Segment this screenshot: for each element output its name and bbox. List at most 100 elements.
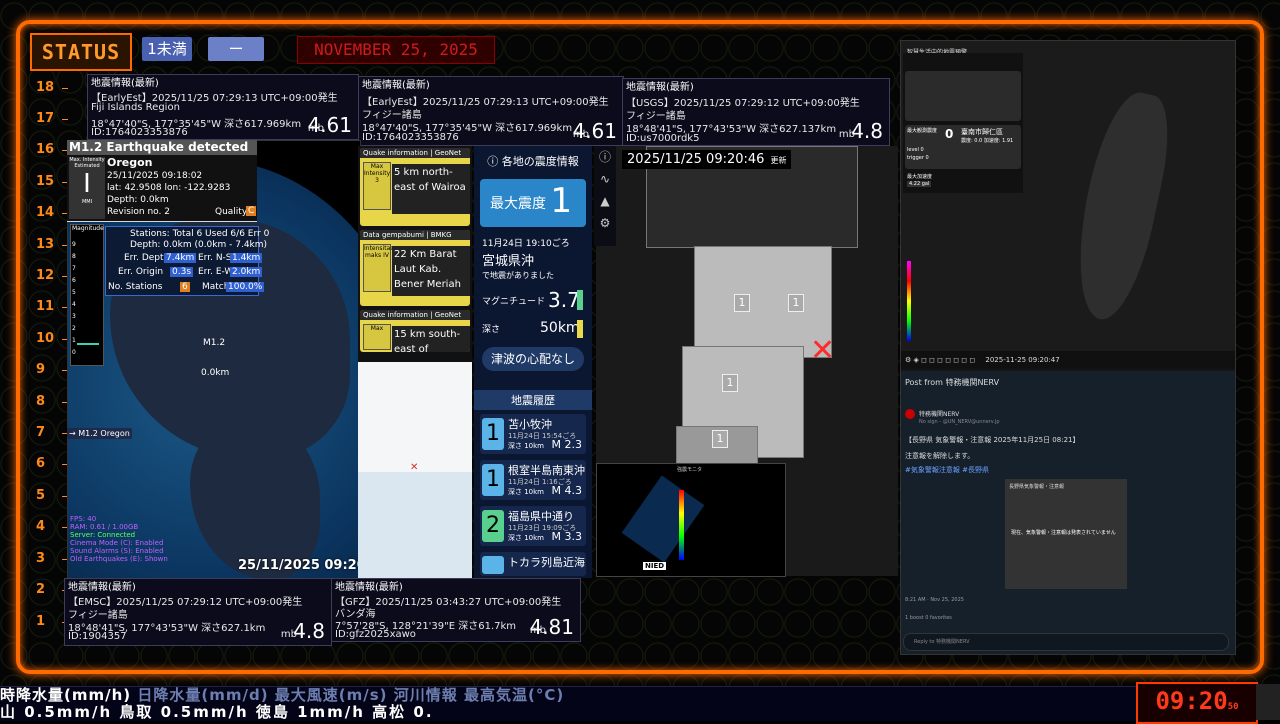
taiwan-toolbar: ⚙ ◈ ◻ ◻ ◻ ◻ ◻ ◻ ◻ 2025-11-25 09:20:47	[901, 351, 1235, 369]
quake-card-gfz[interactable]: 地震情報(最新) 【GFZ】2025/11/25 03:43:27 UTC+09…	[331, 578, 581, 642]
history-name: 福島県中通り	[508, 510, 574, 523]
history-intensity: 1	[482, 464, 504, 496]
weather-ticker: 時降水量(mm/h) 日降水量(mm/d) 最大風速(m/s) 河川情報 最高気…	[0, 686, 1136, 721]
nied-logo: NIED	[643, 562, 667, 570]
map-sea	[358, 472, 472, 578]
info-icon[interactable]: ⓘ	[598, 150, 612, 164]
no-stations-label: No. Stations	[108, 282, 163, 292]
osd-cinema: Cinema Mode (C): Enabled	[70, 539, 164, 547]
taiwan-stats-box: 最大観測震度 0 臺南市歸仁區 震度: 0.0 加速度: 1.91 level …	[905, 125, 1021, 169]
depth-color-bar	[577, 320, 583, 338]
depth-range: Depth: 0.0km (0.0km - 7.4km)	[130, 240, 268, 250]
quake-card-usgs[interactable]: 地震情報(最新) 【USGS】2025/11/25 07:29:12 UTC+0…	[622, 78, 890, 146]
scale-label: 14	[36, 205, 68, 220]
reply-field[interactable]: Reply to 特務機関NERV	[903, 633, 1229, 651]
card-magnitude: 4.8	[293, 619, 325, 643]
wave-icon[interactable]: ∿	[598, 172, 612, 186]
scale-label: 17	[36, 111, 68, 126]
intensity-value: I	[83, 169, 91, 199]
scale-label: 5	[36, 488, 68, 503]
status-label: STATUS	[30, 33, 132, 71]
osd-ram: RAM: 0.61 / 1.00GB	[70, 523, 139, 531]
no-stations-value: 6	[180, 282, 190, 292]
info-card-head: Quake information | GeoNet	[360, 148, 470, 158]
intensity-marker: 1	[722, 374, 738, 392]
info-card-geonet[interactable]: Quake information | GeoNet Max Intensity…	[360, 148, 470, 226]
jma-depth-value: 50km	[540, 320, 580, 336]
history-mag: M 2.3	[551, 438, 582, 451]
jma-date: 11月24日 19:10ごろ	[482, 239, 570, 249]
scale-label: 6	[36, 456, 68, 471]
card-magnitude: 4.61	[572, 119, 617, 143]
japan-shape	[621, 475, 705, 563]
intensity-badge: 1未満	[142, 37, 192, 61]
post-tags[interactable]: #気象警報注意報 #長野県	[905, 465, 989, 475]
err-depth-value: 7.4km	[164, 253, 197, 263]
taiwan-color-scale	[907, 261, 911, 341]
settings-icon[interactable]: ⚙ ◈ ◻ ◻ ◻ ◻ ◻ ◻ ◻	[905, 356, 975, 364]
digital-clock: 09:2050	[1136, 682, 1258, 724]
err-ew-value: 2.0km	[230, 267, 263, 277]
mag-tick: 9	[72, 241, 76, 248]
account-name[interactable]: 特務機関NERV	[919, 409, 959, 418]
history-name: 根室半島南東沖	[508, 464, 585, 477]
card-id: ID:us7000rdk5	[626, 133, 700, 144]
intensity-marker: 1	[734, 294, 750, 312]
info-card-geonet-2[interactable]: Quake information | GeoNet Max 15 km sou…	[360, 310, 470, 352]
history-mag: M 4.3	[551, 484, 582, 497]
info-card-bmkg[interactable]: Data gempabumi | BMKG Intensitas maks IV…	[360, 230, 470, 306]
ticker-row-1: 時降水量(mm/h) 日降水量(mm/d) 最大風速(m/s) 河川情報 最高気…	[0, 687, 1136, 704]
card-title: 地震情報(最新)	[335, 582, 403, 593]
quake-card-earlyest-ja[interactable]: 地震情報(最新) 【EarlyEst】2025/11/25 07:29:13 U…	[358, 76, 624, 146]
mag-level-line	[77, 343, 99, 345]
event-revision: Revision no. 2	[107, 207, 170, 217]
epicenter-x-icon: ✕	[810, 333, 836, 368]
post-image[interactable]: 長野県気象警報・注意報 現在、気象警報・注意報は発表されていません	[1005, 479, 1127, 589]
avatar[interactable]	[905, 409, 915, 419]
warning-icon[interactable]: ▲	[598, 194, 612, 208]
card-title: 地震情報(最新)	[68, 582, 136, 593]
quake-card-emsc[interactable]: 地震情報(最新) 【EMSC】2025/11/25 07:29:12 UTC+0…	[64, 578, 332, 646]
nied-monitor[interactable]: 強震モニタ NIED	[596, 463, 786, 577]
quake-list-tag[interactable]: → M1.2 Oregon	[67, 428, 132, 439]
clock-time: 09:20	[1155, 687, 1228, 715]
taiwan-max-label: 最大観測震度	[907, 128, 938, 134]
taiwan-max-value: 0	[945, 127, 954, 141]
err-ew-label: Err. E-W	[198, 267, 234, 277]
map-toolbar: ⓘ ∿ ▲ ⚙	[594, 146, 616, 246]
jma-mag-value: 3.7	[548, 288, 580, 312]
history-item[interactable]: 1 根室半島南東沖 11月24日 1:16ごろ 深さ 10km M 4.3	[480, 460, 586, 500]
card-title: 地震情報(最新)	[626, 82, 694, 93]
ticker-active-item: 時降水量(mm/h)	[0, 686, 132, 704]
history-mag: M 3.3	[551, 530, 582, 543]
mag-tick: 5	[72, 289, 76, 296]
mag-tick: 3	[72, 313, 76, 320]
taiwan-eew-map[interactable]: 智慧生活中的地震預警 最大観測震度 0 臺南市歸仁區 震度: 0.0 加速度: …	[901, 41, 1235, 351]
scale-label: 1	[36, 614, 68, 629]
stations-table: Stations: Total 6 Used 6/6 Err 0 Depth: …	[105, 226, 269, 296]
quake-card-earlyest-en[interactable]: 地震情報(最新) 【EarlyEst】2025/11/25 07:29:13 U…	[87, 74, 359, 140]
alaska-map[interactable]: ✕	[358, 362, 472, 578]
gear-icon[interactable]: ⚙	[598, 216, 612, 230]
jma-note: で地震がありました	[482, 271, 554, 280]
history-item[interactable]: 2 福島県中通り 11月23日 19:09ごろ 深さ 10km M 3.3	[480, 506, 586, 546]
intensity-label: Max. Intensity Estimated	[69, 157, 105, 169]
err-ns-label: Err. N-S	[198, 253, 232, 263]
info-card-text: 5 km north-east of Wairoa	[392, 164, 470, 214]
max-intensity-value: 1	[550, 181, 572, 221]
reply-placeholder: Reply to 特務機関NERV	[914, 639, 970, 645]
history-item[interactable]: トカラ列島近海	[480, 552, 586, 576]
nerv-post[interactable]: Post from 特務機関NERV 特務機関NERV No sign - @U…	[901, 371, 1235, 654]
post-body-2: 注意報を解除します。	[905, 452, 975, 460]
scale-label: 4	[36, 519, 68, 534]
history-title: 地震履歴	[474, 390, 592, 410]
err-depth-label: Err. Depth	[124, 253, 170, 263]
card-id: ID:1764023353876	[362, 132, 459, 143]
clock-seconds: 50	[1227, 702, 1239, 712]
history-item[interactable]: 1 苫小牧沖 11月24日 15:54ごろ 深さ 10km M 2.3	[480, 414, 586, 454]
scale-label: 13	[36, 237, 68, 252]
post-body: 【長野県 気象警報・注意報 2025年11月25日 08:21】	[905, 436, 1080, 444]
image-title: 長野県気象警報・注意報	[1009, 484, 1065, 490]
scale-label: 9	[36, 362, 68, 377]
info-card-head: Data gempabumi | BMKG	[360, 230, 470, 240]
